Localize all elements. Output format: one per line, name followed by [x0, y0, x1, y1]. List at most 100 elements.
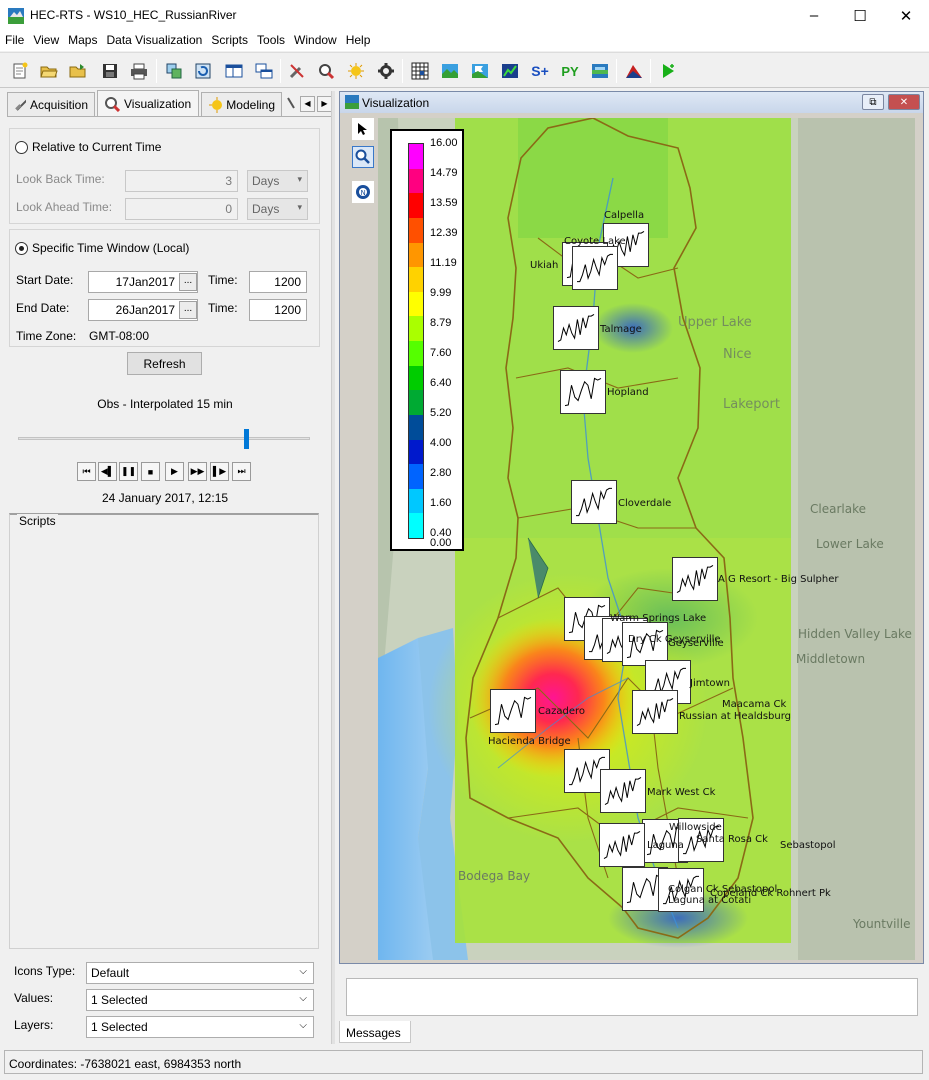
zoom-tool-icon[interactable] — [314, 59, 338, 83]
menu-file[interactable]: File — [0, 31, 28, 51]
look-back-field[interactable]: 3 — [125, 170, 238, 192]
last-icon[interactable]: ⏭ — [232, 462, 251, 481]
gauge-label: Sebastopol — [780, 840, 836, 851]
step-back-icon[interactable]: ◀▌ — [98, 462, 117, 481]
tab-scroll-left-icon[interactable]: ◀ — [300, 96, 315, 112]
save-icon[interactable] — [98, 59, 122, 83]
run-icon[interactable] — [656, 59, 680, 83]
time-slider-track[interactable] — [18, 437, 310, 440]
globe-icon[interactable] — [588, 59, 612, 83]
icons-type-label: Icons Type: — [14, 964, 76, 978]
gauge-label: Hacienda Bridge — [488, 736, 571, 747]
fast-forward-icon[interactable]: ▶▶ — [188, 462, 207, 481]
hydrograph-icon — [676, 564, 714, 594]
play-icon[interactable]: ▶ — [165, 462, 184, 481]
stop-icon[interactable]: ■ — [141, 462, 160, 481]
gauge-icon[interactable] — [600, 769, 646, 813]
title-bar: HEC-RTS - WS10_HEC_RussianRiver – ☐ ✕ — [0, 0, 929, 31]
menu-data-visualization[interactable]: Data Visualization — [101, 31, 206, 51]
look-back-unit-select[interactable]: Days ▾ — [247, 170, 308, 192]
tab-scroll-right-icon[interactable]: ▶ — [317, 96, 332, 112]
gauge-label: Copeland Ck Rohnert Pk — [710, 888, 831, 899]
open-folder-icon[interactable] — [66, 59, 90, 83]
layout-icon[interactable] — [222, 59, 246, 83]
menu-window[interactable]: Window — [289, 31, 341, 51]
gauge-label: Maacama Ck — [722, 699, 787, 710]
hydrograph-icon — [636, 697, 674, 727]
tab-acquisition[interactable]: Acquisition — [7, 92, 95, 116]
menu-view[interactable]: View — [28, 31, 63, 51]
tab-modeling[interactable]: Modeling — [201, 92, 282, 116]
maximize-button[interactable]: ☐ — [837, 0, 883, 31]
step-forward-icon[interactable]: ▌▶ — [210, 462, 229, 481]
menu-scripts[interactable]: Scripts — [206, 31, 252, 51]
gauge-label: Coyote Lake — [564, 236, 626, 247]
split-divider[interactable] — [331, 91, 335, 1044]
print-icon[interactable] — [127, 59, 151, 83]
window-title: HEC-RTS - WS10_HEC_RussianRiver — [30, 8, 237, 22]
gauge-icon[interactable] — [672, 557, 718, 601]
look-ahead-field[interactable]: 0 — [125, 198, 238, 220]
sync-icon[interactable] — [162, 59, 186, 83]
time-zone-value: GMT-08:00 — [89, 329, 150, 343]
gauge-icon[interactable] — [490, 689, 536, 733]
open-icon[interactable] — [37, 59, 61, 83]
specific-time-radio[interactable] — [15, 242, 28, 255]
tools-icon[interactable] — [285, 59, 309, 83]
gauge-icon[interactable] — [560, 370, 606, 414]
icons-type-select[interactable]: Default ⌵ — [86, 962, 314, 984]
gauge-icon[interactable] — [599, 823, 645, 867]
hydrograph-icon — [557, 313, 595, 343]
refresh-button[interactable]: Refresh — [127, 352, 202, 375]
map-layer-icon[interactable] — [438, 59, 462, 83]
python-icon[interactable]: PY — [558, 59, 582, 83]
layers-select[interactable]: 1 Selected ⌵ — [86, 1016, 314, 1038]
values-select[interactable]: 1 Selected ⌵ — [86, 989, 314, 1011]
chart-icon[interactable] — [498, 59, 522, 83]
settings-icon[interactable] — [374, 59, 398, 83]
end-date-picker-button[interactable]: ... — [179, 301, 197, 319]
start-date-picker-button[interactable]: ... — [179, 273, 197, 291]
values-label: Values: — [14, 991, 54, 1005]
menu-maps[interactable]: Maps — [63, 31, 101, 51]
pause-icon[interactable]: ❚❚ — [119, 462, 138, 481]
close-button[interactable]: ✕ — [883, 0, 929, 31]
hydrograph-icon — [564, 377, 602, 407]
script-icon[interactable]: S+ — [528, 59, 552, 83]
tab-visualization[interactable]: Visualization — [97, 90, 199, 117]
refresh-icon[interactable] — [191, 59, 215, 83]
weather-icon[interactable] — [344, 59, 368, 83]
messages-tab[interactable]: Messages — [339, 1021, 411, 1043]
mountain-icon[interactable] — [622, 59, 646, 83]
grid-icon[interactable] — [408, 59, 432, 83]
new-icon[interactable] — [8, 59, 32, 83]
gauge-icon[interactable] — [553, 306, 599, 350]
relative-time-radio[interactable] — [15, 141, 28, 154]
chevron-down-icon: ⌵ — [299, 1020, 307, 1031]
first-icon[interactable]: ⏮ — [77, 462, 96, 481]
gauge-icon[interactable] — [571, 480, 617, 524]
current-time-label: 24 January 2017, 12:15 — [101, 491, 229, 505]
look-ahead-unit-select[interactable]: Days ▾ — [247, 198, 308, 220]
tab-overflow-icon[interactable] — [284, 94, 298, 114]
start-time-field[interactable]: 1200 — [249, 271, 307, 293]
windows-icon[interactable] — [252, 59, 276, 83]
layers-label: Layers: — [14, 1018, 54, 1032]
end-time-label: Time: — [208, 301, 238, 315]
gauge-label: Russian at Healdsburg — [679, 711, 792, 722]
minimize-button[interactable]: – — [791, 0, 837, 31]
gauge-icon[interactable] — [572, 246, 618, 290]
app-logo-icon — [8, 8, 24, 24]
menu-tools[interactable]: Tools — [252, 31, 289, 51]
flag-icon[interactable] — [468, 59, 492, 83]
chevron-down-icon: ⌵ — [299, 993, 307, 1004]
time-slider-thumb[interactable] — [243, 429, 249, 449]
status-bar: Coordinates: -7638021 east, 6984353 nort… — [4, 1050, 923, 1074]
gauge-icon[interactable] — [632, 690, 678, 734]
menu-help[interactable]: Help — [341, 31, 375, 51]
gauge-label: Cazadero — [538, 706, 585, 717]
end-time-field[interactable]: 1200 — [249, 299, 307, 321]
gauge-label: Talmage — [600, 324, 642, 335]
menu-bar: File View Maps Data Visualization Script… — [0, 31, 929, 51]
messages-area[interactable] — [346, 978, 918, 1016]
